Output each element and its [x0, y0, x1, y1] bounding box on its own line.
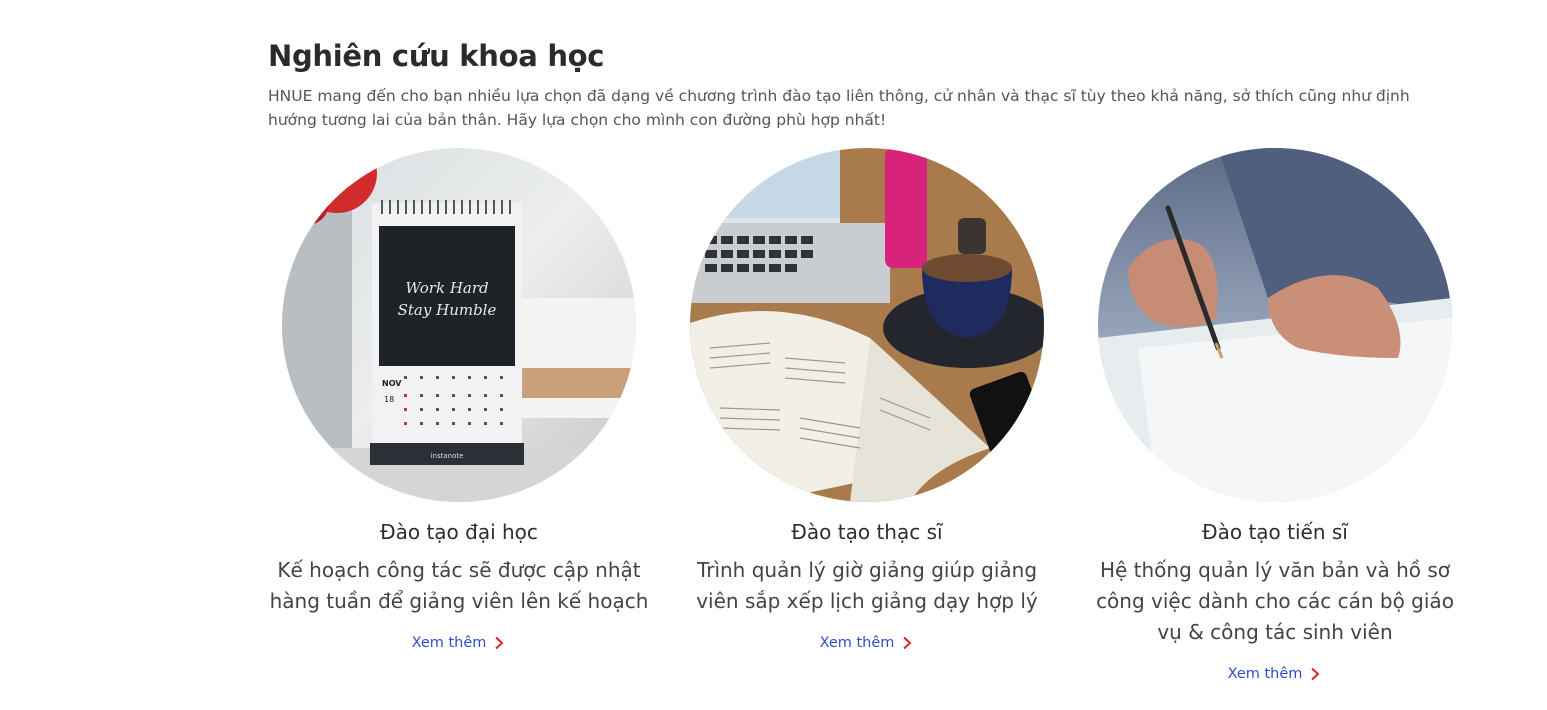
- card-title: Đào tạo thạc sĩ: [791, 520, 943, 544]
- read-more-label: Xem thêm: [411, 635, 487, 651]
- read-more-link[interactable]: Xem thêm: [1228, 666, 1323, 682]
- section-description: HNUE mang đến cho bạn nhiều lựa chọn đã …: [268, 87, 1410, 129]
- chevron-right-icon: [495, 636, 504, 650]
- card-text: Hệ thống quản lý văn bản và hồ sơ công v…: [1096, 558, 1454, 644]
- card-doctorate: Đào tạo tiến sĩ Hệ thống quản lý văn bản…: [1075, 148, 1475, 683]
- card-image-calendar: Work Hard Stay Humble NOV 18 instanote: [282, 148, 636, 502]
- card-title: Đào tạo đại học: [380, 520, 538, 544]
- chevron-right-icon: [1311, 667, 1320, 681]
- card-title: Đào tạo tiến sĩ: [1202, 520, 1348, 544]
- calendar-line2: Stay Humble: [398, 301, 497, 319]
- calendar-line1: Work Hard: [405, 279, 488, 297]
- card-text: Kế hoạch công tác sẽ được cập nhật hàng …: [269, 558, 649, 613]
- section-title: Nghiên cứu khoa học: [268, 39, 605, 73]
- card-image-coffee-notebook: [690, 148, 1044, 502]
- read-more-label: Xem thêm: [819, 635, 895, 651]
- calendar-day: 18: [384, 395, 394, 404]
- calendar-month: NOV: [382, 379, 402, 388]
- chevron-right-icon: [903, 636, 912, 650]
- read-more-link[interactable]: Xem thêm: [412, 635, 507, 651]
- card-image-writing-hands: [1098, 148, 1452, 502]
- read-more-link[interactable]: Xem thêm: [820, 635, 915, 651]
- card-master: Đào tạo thạc sĩ Trình quản lý giờ giảng …: [667, 148, 1067, 652]
- read-more-label: Xem thêm: [1227, 666, 1303, 682]
- card-text: Trình quản lý giờ giảng giúp giảng viên …: [696, 558, 1038, 613]
- card-undergraduate: Work Hard Stay Humble NOV 18 instanote Đ…: [259, 148, 659, 652]
- research-section: Nghiên cứu khoa học HNUE mang đến cho bạ…: [268, 36, 1468, 132]
- calendar-brand: instanote: [431, 452, 464, 460]
